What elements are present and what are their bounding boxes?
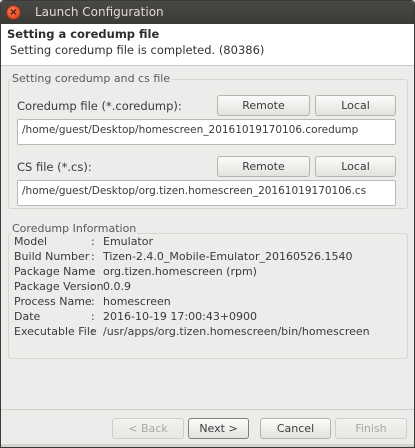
info-value: 0.0.9	[103, 280, 131, 293]
footer-divider	[1, 409, 414, 410]
info-value: /usr/apps/org.tizen.homescreen/bin/homes…	[103, 325, 370, 338]
info-row-build-number: Build Number : Tizen-2.4.0_Mobile-Emulat…	[14, 250, 404, 264]
info-value: Tizen-2.4.0_Mobile-Emulator_20160526.154…	[103, 250, 353, 263]
info-group-label: Coredump Information	[11, 222, 138, 235]
info-separator: :	[91, 280, 95, 293]
info-separator: :	[91, 310, 95, 323]
window-bottom-edge	[1, 444, 414, 447]
status-message: Setting coredump file is completed. (803…	[10, 43, 265, 57]
close-icon[interactable]: ×	[6, 5, 21, 20]
coredump-file-input[interactable]: /home/guest/Desktop/homescreen_201610191…	[17, 119, 396, 145]
title-bar: × Launch Configuration	[1, 1, 414, 24]
info-value: org.tizen.homescreen (rpm)	[103, 265, 257, 278]
back-button[interactable]: < Back	[112, 418, 184, 439]
cancel-button[interactable]: Cancel	[260, 418, 331, 439]
info-row-package-name: Package Name : org.tizen.homescreen (rpm…	[14, 265, 404, 279]
info-key: Executable File	[14, 325, 97, 338]
wizard-header: Setting a coredump file Setting coredump…	[1, 24, 414, 66]
coredump-local-browse-button[interactable]: Local Browse...	[315, 95, 396, 131]
info-row-date: Date : 2016-10-19 17:00:43+0900	[14, 310, 404, 324]
info-separator: :	[91, 295, 95, 308]
finish-button[interactable]: Finish	[335, 418, 407, 439]
coredump-file-label: Coredump file (*.coredump):	[17, 99, 182, 113]
page-title: Setting a coredump file	[7, 27, 160, 41]
launch-configuration-dialog: × Launch Configuration Setting a coredum…	[0, 0, 415, 448]
info-key: Process Name	[14, 295, 92, 308]
info-key: Package Name	[14, 265, 96, 278]
info-row-executable-file: Executable File : /usr/apps/org.tizen.ho…	[14, 325, 404, 339]
info-key: Model	[14, 235, 48, 248]
coredump-remote-browse-button[interactable]: Remote Browse...	[217, 95, 310, 131]
info-row-model: Model : Emulator	[14, 235, 404, 249]
next-button[interactable]: Next >	[188, 418, 249, 439]
cs-remote-browse-button[interactable]: Remote Browse...	[217, 156, 310, 192]
info-key: Date	[14, 310, 41, 323]
files-group-label: Setting coredump and cs file	[11, 72, 172, 85]
info-separator: :	[91, 265, 95, 278]
cs-file-label: CS file (*.cs):	[17, 160, 92, 174]
info-row-package-version: Package Version : 0.0.9	[14, 280, 404, 294]
info-value: homescreen	[103, 295, 171, 308]
window-title: Launch Configuration	[35, 5, 164, 19]
cs-local-browse-button[interactable]: Local Browse...	[315, 156, 396, 192]
cs-file-input[interactable]: /home/guest/Desktop/org.tizen.homescreen…	[17, 180, 396, 206]
info-value: 2016-10-19 17:00:43+0900	[103, 310, 258, 323]
info-key: Build Number	[14, 250, 90, 263]
info-separator: :	[91, 235, 95, 248]
info-row-process-name: Process Name : homescreen	[14, 295, 404, 309]
info-value: Emulator	[103, 235, 153, 248]
info-separator: :	[91, 325, 95, 338]
info-separator: :	[91, 250, 95, 263]
